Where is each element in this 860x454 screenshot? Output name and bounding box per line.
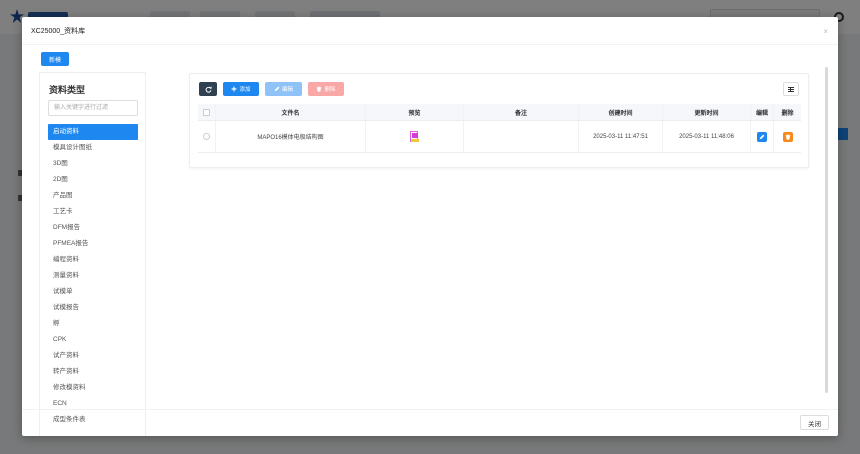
row-created: 2025-03-11 11:47:51 [579, 121, 663, 152]
close-icon[interactable]: × [823, 27, 828, 36]
row-edit-button[interactable] [757, 131, 767, 142]
columns-icon [788, 86, 794, 92]
type-item[interactable]: CPK [48, 332, 138, 348]
type-item[interactable]: 测量资料 [48, 268, 138, 284]
type-item[interactable]: 启动资料 [48, 124, 138, 140]
header-preview: 预览 [366, 104, 464, 120]
toolbar: 添加 编辑 删除 [199, 82, 344, 96]
select-all-checkbox[interactable] [203, 108, 210, 116]
header-edit: 编辑 [751, 104, 774, 120]
header-remark: 备注 [464, 104, 579, 120]
type-item[interactable]: 成型条件表 [48, 412, 138, 428]
footer-divider [22, 409, 838, 410]
type-list: 启动资料 模具设计图纸 3D图 2D图 产品图 工艺卡 DFM报告 PFMEA报告 编程资料 测量… [48, 124, 138, 428]
row-checkbox[interactable] [203, 133, 210, 140]
delete-button-label: 删除 [324, 87, 336, 93]
row-remark [464, 121, 579, 152]
new-mold-button[interactable]: 新模 [41, 52, 69, 66]
modal-scrollbar[interactable] [825, 67, 828, 393]
header-select [198, 104, 216, 120]
pencil-icon [759, 134, 765, 139]
refresh-icon [205, 86, 212, 93]
file-panel: 添加 编辑 删除 文件名 预览 备注 创建时间 更新时间 编辑 删除 MAPO1… [189, 73, 809, 168]
add-button[interactable]: 添加 [223, 82, 259, 96]
delete-button[interactable]: 删除 [308, 82, 344, 96]
trash-icon [317, 86, 322, 92]
row-updated: 2025-03-11 11:48:06 [663, 121, 751, 152]
row-filename: MAPO16模体电极结构图 [216, 121, 366, 152]
type-item[interactable]: 修改模资料 [48, 380, 138, 396]
add-button-label: 添加 [239, 87, 251, 93]
header-divider [22, 44, 838, 45]
modal-title: XC25000_资料库 [31, 28, 86, 35]
library-modal: XC25000_资料库 × 新模 资料类型 启动资料模具设计图纸3D图2D图产品… [22, 17, 838, 436]
type-item[interactable]: 工艺卡 [48, 204, 138, 220]
plus-icon [232, 86, 237, 92]
pencil-icon [274, 86, 280, 92]
type-item[interactable]: 3D图 [48, 156, 138, 172]
trash-icon [785, 133, 790, 140]
close-button[interactable]: 关闭 [800, 415, 829, 430]
header-delete: 删除 [781, 110, 794, 117]
table-row[interactable]: MAPO16模体电极结构图 2025-03-11 11:47:51 2025-0… [198, 121, 801, 153]
row-preview [366, 121, 464, 152]
file-table: 文件名 预览 备注 创建时间 更新时间 编辑 删除 MAPO16模体电极结构图 [198, 104, 801, 153]
file-preview-icon[interactable] [409, 130, 420, 143]
type-item[interactable]: 产品图 [48, 188, 138, 204]
row-delete-button[interactable] [782, 131, 793, 142]
header-created: 创建时间 [579, 104, 663, 120]
type-item[interactable]: 2D图 [48, 172, 138, 188]
refresh-button[interactable] [199, 82, 217, 96]
type-panel: 资料类型 启动资料模具设计图纸3D图2D图产品图工艺卡DFM报告PFMEA报告编… [39, 72, 146, 436]
row-select [198, 121, 216, 152]
type-filter-input[interactable] [48, 100, 138, 116]
columns-toggle-button[interactable] [783, 82, 799, 96]
type-item[interactable]: 试模报告 [48, 300, 138, 316]
type-panel-title: 资料类型 [49, 85, 86, 95]
edit-button[interactable]: 编辑 [265, 82, 302, 96]
type-item[interactable]: 试模单 [48, 284, 138, 300]
type-item[interactable]: 编程资料 [48, 252, 138, 268]
type-item[interactable]: DFM报告 [48, 220, 138, 236]
table-header: 文件名 预览 备注 创建时间 更新时间 编辑 删除 [198, 104, 801, 121]
header-updated: 更新时间 [663, 104, 751, 120]
header-filename: 文件名 [216, 104, 366, 120]
row-delete [774, 121, 801, 152]
type-item[interactable]: 孵 [48, 316, 138, 332]
type-item[interactable]: 转产资料 [48, 364, 138, 380]
type-item[interactable]: 试产资料 [48, 348, 138, 364]
row-edit [751, 121, 774, 152]
edit-button-label: 编辑 [281, 87, 293, 93]
type-item[interactable]: 模具设计图纸 [48, 140, 138, 156]
type-item[interactable]: PFMEA报告 [48, 236, 138, 252]
